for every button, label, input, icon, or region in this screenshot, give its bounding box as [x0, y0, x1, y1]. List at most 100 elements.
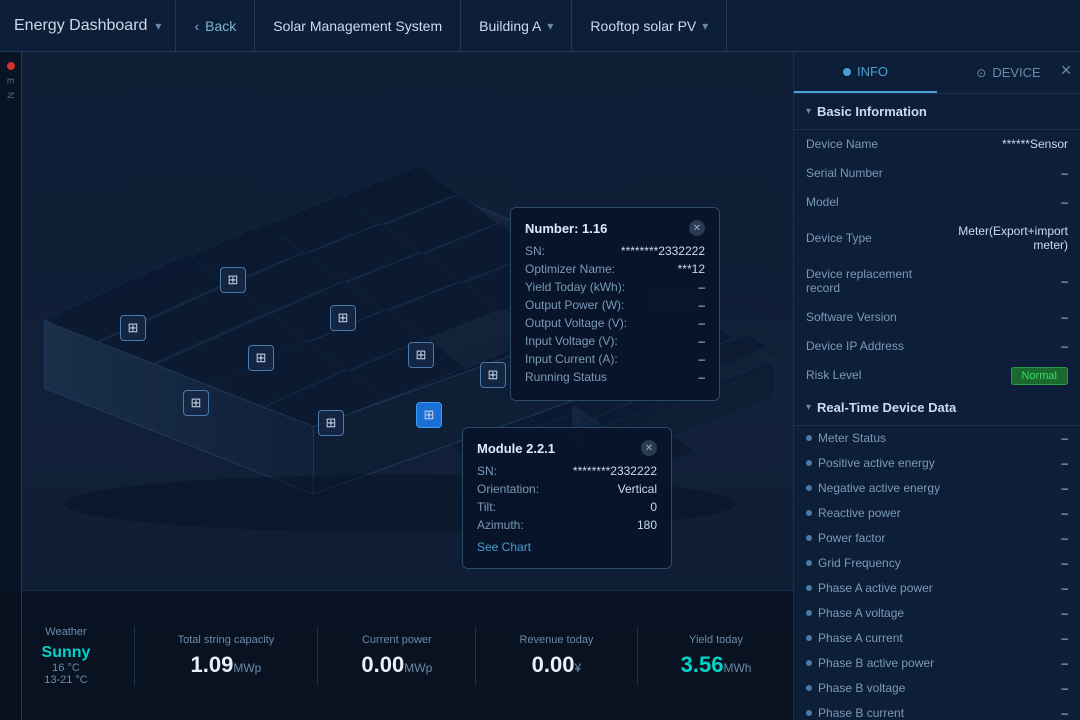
- info-val: –: [937, 310, 1068, 324]
- info-val: ******Sensor: [937, 137, 1068, 151]
- popup-value: ***12: [678, 262, 705, 276]
- rt-val: –: [1061, 606, 1068, 620]
- info-row: Device TypeMeter(Export+import meter): [794, 217, 1080, 260]
- rt-dot-icon: [806, 485, 812, 491]
- rt-row: Meter Status–: [794, 426, 1080, 451]
- yield-unit: MWh: [723, 661, 751, 675]
- popup-row: Output Voltage (V):–: [525, 316, 705, 330]
- rt-row: Grid Frequency–: [794, 551, 1080, 576]
- rt-dot-icon: [806, 435, 812, 441]
- weather-temp: 16 °C 13-21 °C: [42, 662, 91, 686]
- nav-rooftop-section[interactable]: Rooftop solar PV ▾: [572, 0, 727, 51]
- popup-row: Azimuth:180: [477, 518, 657, 532]
- popup-value: –: [698, 298, 705, 312]
- rt-dot-icon: [806, 460, 812, 466]
- popup-module-close-button[interactable]: ✕: [641, 440, 657, 456]
- info-val: Normal: [937, 368, 1068, 382]
- tab-info[interactable]: INFO: [794, 52, 937, 93]
- right-panel: INFO ⊙ DEVICE ✕ ▾ Basic Information Devi…: [793, 52, 1080, 720]
- basic-info-chevron-icon: ▾: [806, 106, 811, 117]
- weather-status: Sunny: [42, 644, 91, 662]
- rt-val: –: [1061, 456, 1068, 470]
- basic-info-section-header[interactable]: ▾ Basic Information: [794, 94, 1080, 130]
- panel-close-button[interactable]: ✕: [1060, 62, 1072, 80]
- popup-value: ********2332222: [621, 244, 705, 258]
- rt-label: Reactive power: [806, 506, 1061, 520]
- rt-val: –: [1061, 481, 1068, 495]
- popup-value: Vertical: [618, 482, 657, 496]
- rt-dot-icon: [806, 535, 812, 541]
- rt-row: Reactive power–: [794, 501, 1080, 526]
- info-row: Risk LevelNormal: [794, 361, 1080, 390]
- popup-number-card: Number: 1.16 ✕ SN:********2332222Optimiz…: [510, 207, 720, 401]
- info-val: Meter(Export+import meter): [937, 224, 1068, 252]
- rooftop-chevron-icon: ▾: [702, 19, 708, 33]
- rt-row: Phase B voltage–: [794, 676, 1080, 701]
- device-icon-8[interactable]: ⊞: [480, 362, 506, 388]
- tab-info-dot: [843, 68, 851, 76]
- power-unit: MWp: [404, 661, 432, 675]
- popup-module-card: Module 2.2.1 ✕ SN:********2332222Orienta…: [462, 427, 672, 569]
- device-icon-2[interactable]: ⊞: [330, 305, 356, 331]
- rt-dot-icon: [806, 660, 812, 666]
- popup-module-rows: SN:********2332222Orientation:VerticalTi…: [477, 464, 657, 532]
- solar-section-label: Solar Management System: [273, 18, 442, 34]
- rt-row: Negative active energy–: [794, 476, 1080, 501]
- rt-dot-icon: [806, 635, 812, 641]
- rt-val: –: [1061, 681, 1068, 695]
- device-icon-active[interactable]: ⊞: [416, 402, 442, 428]
- popup-label: Yield Today (kWh):: [525, 280, 625, 294]
- yield-item: Yield today 3.56MWh: [681, 634, 752, 678]
- popup-row: Yield Today (kWh):–: [525, 280, 705, 294]
- device-icon-3[interactable]: ⊞: [248, 345, 274, 371]
- see-chart-link[interactable]: See Chart: [477, 540, 531, 554]
- rt-label: Negative active energy: [806, 481, 1061, 495]
- rt-val: –: [1061, 431, 1068, 445]
- tab-info-label: INFO: [857, 64, 888, 79]
- popup-label: Input Voltage (V):: [525, 334, 618, 348]
- tab-device[interactable]: ⊙ DEVICE: [937, 52, 1080, 93]
- info-key: Serial Number: [806, 166, 937, 180]
- weather-status-item: Weather Sunny 16 °C 13-21 °C: [42, 626, 91, 686]
- divider-4: [637, 626, 638, 686]
- popup-label: SN:: [525, 244, 545, 258]
- rt-val: –: [1061, 581, 1068, 595]
- info-key: Model: [806, 195, 937, 209]
- device-icon-5[interactable]: ⊞: [408, 342, 434, 368]
- rt-dot-icon: [806, 610, 812, 616]
- device-icon-7[interactable]: ⊞: [318, 410, 344, 436]
- rt-label: Meter Status: [806, 431, 1061, 445]
- popup-row: Optimizer Name: ***12: [525, 262, 705, 276]
- yield-val: 3.56: [681, 652, 724, 677]
- power-value-group: 0.00MWp: [361, 652, 432, 678]
- popup-value: –: [698, 352, 705, 366]
- popup-label: Input Current (A):: [525, 352, 618, 366]
- popup-row: Tilt:0: [477, 500, 657, 514]
- realtime-section-header[interactable]: ▾ Real-Time Device Data: [794, 390, 1080, 426]
- rt-dot-icon: [806, 685, 812, 691]
- popup-number-close-button[interactable]: ✕: [689, 220, 705, 236]
- popup-row: Orientation:Vertical: [477, 482, 657, 496]
- device-icon-1[interactable]: ⊞: [220, 267, 246, 293]
- rt-label: Positive active energy: [806, 456, 1061, 470]
- nav-building-section[interactable]: Building A ▾: [461, 0, 572, 51]
- info-key: Device IP Address: [806, 339, 937, 353]
- popup-value: –: [698, 370, 705, 384]
- risk-level-badge: Normal: [1011, 367, 1068, 385]
- popup-label: Optimizer Name:: [525, 262, 615, 276]
- info-key: Device replacement record: [806, 267, 937, 295]
- rt-row: Power factor–: [794, 526, 1080, 551]
- back-button[interactable]: ‹ Back: [176, 0, 255, 51]
- device-icon-4[interactable]: ⊞: [120, 315, 146, 341]
- logo-section[interactable]: Energy Dashboard ▾: [0, 0, 176, 51]
- rt-row: Phase A voltage–: [794, 601, 1080, 626]
- info-row: Model–: [794, 188, 1080, 217]
- popup-label: Azimuth:: [477, 518, 524, 532]
- revenue-value-group: 0.00¥: [519, 652, 593, 678]
- logo-text: Energy Dashboard: [14, 17, 147, 35]
- rt-dot-icon: [806, 585, 812, 591]
- rt-val: –: [1061, 706, 1068, 720]
- realtime-rows: Meter Status–Positive active energy–Nega…: [794, 426, 1080, 720]
- current-power-item: Current power 0.00MWp: [361, 634, 432, 678]
- device-icon-6[interactable]: ⊞: [183, 390, 209, 416]
